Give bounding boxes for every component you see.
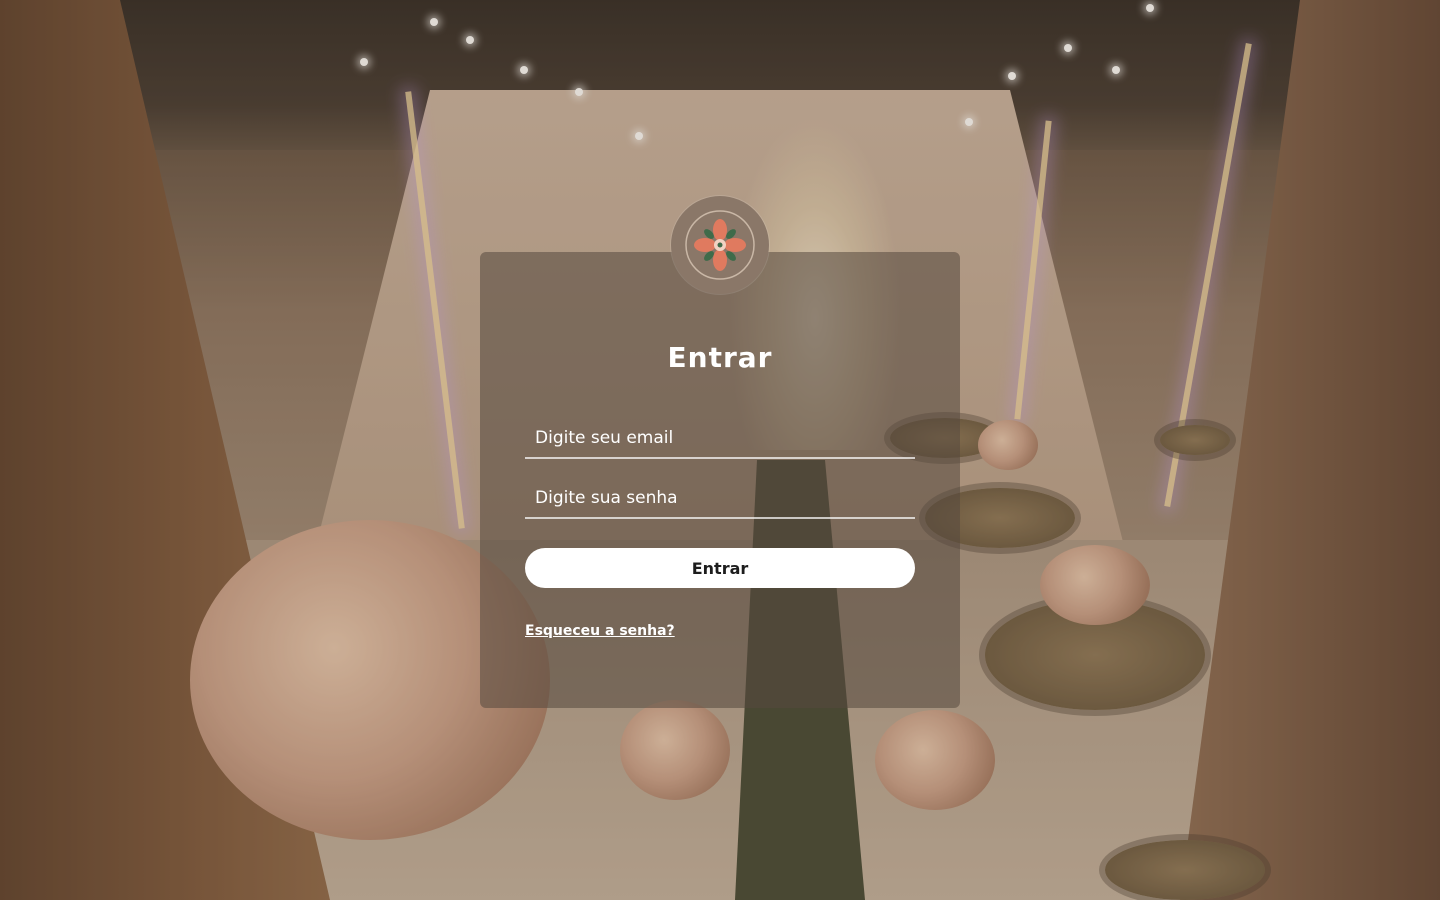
brand-logo — [671, 196, 769, 294]
login-button[interactable]: Entrar — [525, 548, 915, 588]
password-field[interactable] — [525, 479, 915, 519]
login-title: Entrar — [667, 341, 773, 374]
floral-emblem-icon — [685, 210, 755, 280]
email-field[interactable] — [525, 419, 915, 459]
forgot-password-link[interactable]: Esqueceu a senha? — [525, 620, 675, 642]
